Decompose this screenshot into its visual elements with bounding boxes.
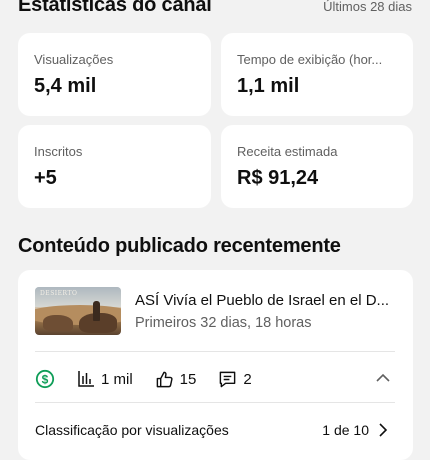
watch-time-card[interactable]: Tempo de exibição (hor... 1,1 mil [221,33,413,116]
thumbnail-text: DESIERTO [40,290,78,297]
video-thumbnail[interactable]: DESIERTO [35,287,121,335]
views-label: Visualizações [34,52,114,67]
comments-metric-value: 2 [243,370,252,388]
divider [35,402,395,403]
thumbnail-figure [93,301,100,321]
views-metric: 1 mil [77,370,133,388]
bar-chart-icon [78,371,94,387]
watch-time-value: 1,1 mil [237,75,300,97]
thumbnail-rock [43,315,73,331]
channel-stats-title: Estatísticas do canal [18,0,212,16]
watch-time-label: Tempo de exibição (hor... [237,52,383,67]
recent-content-title: Conteúdo publicado recentemente [18,235,341,257]
subscribers-card[interactable]: Inscritos +5 [18,125,211,208]
likes-metric-value: 15 [179,370,197,388]
views-value: 5,4 mil [34,75,97,97]
divider [35,351,395,352]
comment-icon [220,371,236,387]
likes-metric: 15 [155,370,197,389]
subscribers-label: Inscritos [34,144,83,159]
subscribers-value: +5 [34,167,57,189]
sort-row: Classificação por visualizações 1 de 10 [35,422,395,438]
revenue-card[interactable]: Receita estimada R$ 91,24 [221,125,413,208]
chevron-right-icon[interactable] [375,421,391,439]
revenue-label: Receita estimada [237,144,338,159]
video-subtitle: Primeiros 32 dias, 18 horas [135,315,312,331]
svg-text:$: $ [42,372,49,386]
recent-content-card: DESIERTO ASÍ Vivía el Pueblo de Israel e… [18,270,413,460]
sort-label[interactable]: Classificação por visualizações [35,422,229,438]
revenue-metric: $ [35,369,55,389]
comments-metric: 2 [218,370,252,389]
views-metric-value: 1 mil [101,370,133,388]
dollar-icon: $ [35,369,55,389]
date-range-label[interactable]: Últimos 28 dias [323,0,412,14]
revenue-value: R$ 91,24 [237,167,319,189]
video-title[interactable]: ASÍ Vivía el Pueblo de Israel en el D... [135,292,399,309]
channel-stats-header: Estatísticas do canal Últimos 28 dias [18,0,412,17]
video-metrics-row: $ 1 mil 15 2 [35,368,395,390]
chevron-up-icon[interactable] [373,368,393,388]
pagination-label: 1 de 10 [322,422,369,438]
views-card[interactable]: Visualizações 5,4 mil [18,33,211,116]
thumbs-up-icon [156,371,173,387]
